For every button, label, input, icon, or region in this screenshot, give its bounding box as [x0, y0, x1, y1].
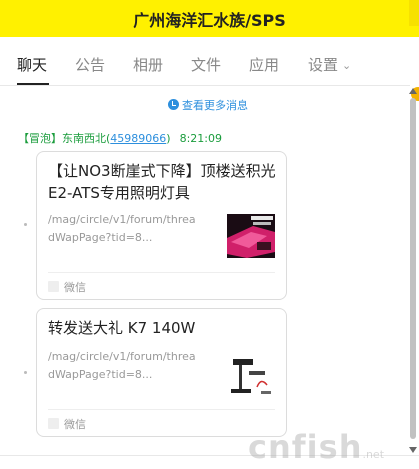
uid-close-paren: ): [166, 132, 171, 145]
tab-settings[interactable]: 设置 ⌄: [308, 54, 351, 75]
wechat-icon: [48, 418, 59, 429]
tab-apps[interactable]: 应用: [249, 54, 279, 75]
watermark-main: cnfish: [248, 428, 363, 466]
tab-album[interactable]: 相册: [133, 54, 163, 75]
load-more-messages-link[interactable]: 查看更多消息: [168, 97, 248, 113]
card-title: 【让NO3断崖式下降】顶楼送积光E2-ATS专用照明灯具: [48, 162, 276, 202]
clock-icon: [168, 99, 179, 110]
watermark-suffix: .net: [362, 448, 385, 461]
scroll-up-arrow-icon[interactable]: [409, 88, 417, 94]
sender-uid[interactable]: 45989066: [110, 132, 166, 145]
card-source: 微信: [48, 279, 86, 295]
load-more-label: 查看更多消息: [182, 99, 248, 112]
message-tag: 【冒泡】: [18, 132, 62, 145]
card-separator: [48, 409, 275, 410]
title-bar: 广州海洋汇水族/SPS: [0, 0, 419, 37]
bullet-dot: [24, 223, 27, 226]
message-header: 【冒泡】东南西北(45989066) 8:21:09: [18, 130, 222, 146]
card-source-label: 微信: [64, 281, 86, 294]
tab-settings-label: 设置: [308, 56, 339, 74]
card-source: 微信: [48, 416, 86, 432]
card-url: /mag/circle/v1/forum/threadWapPage?tid=8…: [48, 350, 196, 381]
lamp-photo-icon: [227, 351, 275, 399]
scrollbar-thumb[interactable]: [410, 98, 416, 439]
tab-bar: 聊天 公告 相册 文件 应用 设置 ⌄: [0, 37, 419, 101]
card-title: 转发送大礼 K7 140W: [48, 319, 196, 337]
window-title: 广州海洋汇水族/SPS: [133, 11, 286, 30]
tab-files[interactable]: 文件: [191, 54, 221, 75]
site-watermark: cnfish.net: [248, 428, 384, 466]
card-thumbnail: [227, 351, 275, 399]
product-photo-icon: [227, 212, 275, 260]
message-time: 8:21:09: [179, 132, 222, 145]
title-bar-corner: [409, 0, 419, 26]
card-url: /mag/circle/v1/forum/threadWapPage?tid=8…: [48, 213, 196, 244]
chevron-down-icon: ⌄: [342, 59, 352, 72]
tab-chat[interactable]: 聊天: [17, 54, 47, 75]
bullet-dot: [24, 371, 27, 374]
chat-scrollbar[interactable]: [409, 86, 417, 455]
share-card[interactable]: 【让NO3断崖式下降】顶楼送积光E2-ATS专用照明灯具 /mag/circle…: [36, 151, 287, 300]
card-source-label: 微信: [64, 418, 86, 431]
tab-announcement[interactable]: 公告: [75, 54, 105, 75]
header-divider: [0, 85, 410, 86]
sender-name[interactable]: 东南西北: [62, 132, 106, 145]
wechat-icon: [48, 281, 59, 292]
card-thumbnail: [227, 212, 275, 260]
scroll-down-arrow-icon[interactable]: [409, 447, 417, 453]
share-card[interactable]: 转发送大礼 K7 140W /mag/circle/v1/forum/threa…: [36, 308, 287, 437]
card-separator: [48, 272, 275, 273]
